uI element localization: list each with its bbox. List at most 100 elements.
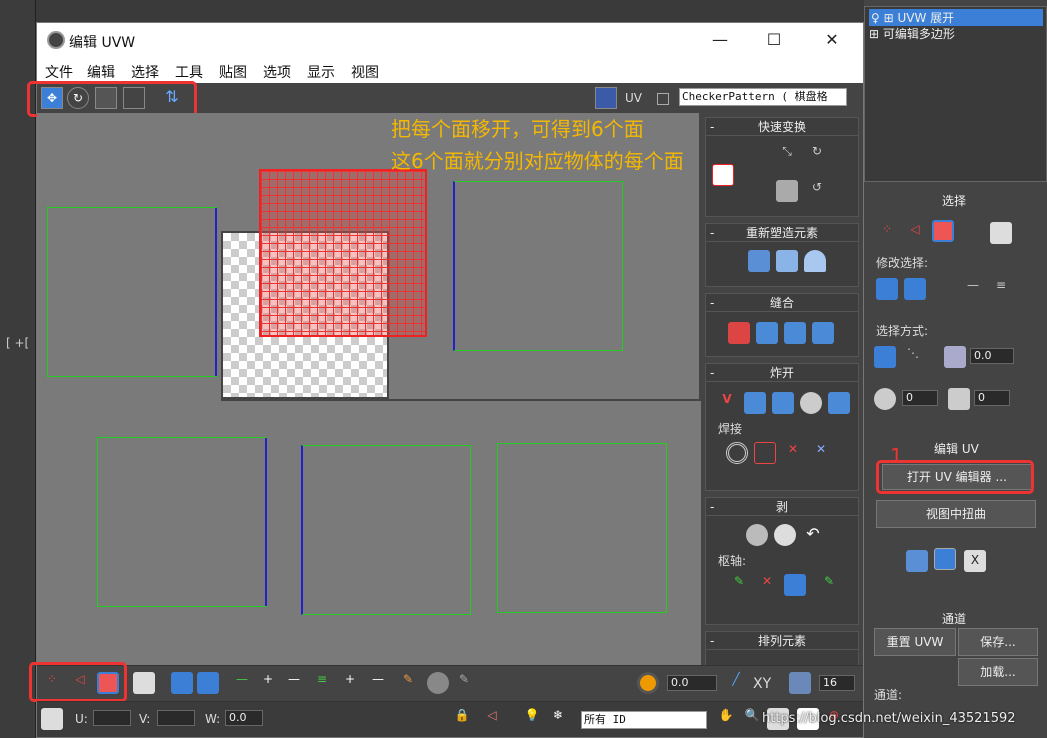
falloff-icon[interactable]: ╱ xyxy=(725,672,747,694)
xy-label[interactable]: XY xyxy=(753,676,771,692)
selected-face-grid[interactable] xyxy=(259,169,427,337)
flatten-icon[interactable] xyxy=(772,392,794,414)
light-bulb-icon[interactable]: ♀ ⊞ xyxy=(871,11,897,25)
circle-icon[interactable] xyxy=(804,250,826,272)
paint-select-icon[interactable]: ✎ xyxy=(397,672,419,694)
rollout-header[interactable]: - 快速变换 xyxy=(706,118,858,136)
select-overlap-icon[interactable] xyxy=(874,388,896,410)
uv-face-5[interactable] xyxy=(497,443,667,613)
cmd-loop-icon[interactable]: — xyxy=(962,278,984,300)
loop-icon[interactable]: — xyxy=(231,672,253,694)
align-icon[interactable] xyxy=(712,164,734,186)
grow-selection-icon[interactable] xyxy=(171,672,193,694)
unpin-icon[interactable]: ✕ xyxy=(756,574,778,596)
number-field-1[interactable]: 0 xyxy=(902,390,938,406)
load-button[interactable]: 加载... xyxy=(958,658,1038,686)
uv-face-3[interactable] xyxy=(97,437,267,607)
relax-icon[interactable] xyxy=(776,250,798,272)
cmd-element-icon[interactable] xyxy=(990,222,1012,244)
select-pins-icon[interactable]: ✎ xyxy=(818,574,840,596)
peel-quick-icon[interactable] xyxy=(906,550,928,572)
rotate-cw-icon[interactable]: ↻ xyxy=(806,144,828,166)
stitch-average-icon[interactable] xyxy=(812,322,834,344)
peel-mode-icon[interactable] xyxy=(774,524,796,546)
soft-select-icon[interactable] xyxy=(637,672,659,694)
peel-tool-icon[interactable] xyxy=(934,548,956,570)
cube-icon[interactable] xyxy=(776,180,798,202)
pan-icon[interactable]: ✋ xyxy=(715,708,737,730)
absolute-mode-icon[interactable] xyxy=(41,708,63,730)
quick-peel-icon[interactable] xyxy=(746,524,768,546)
cmd-ring-icon[interactable]: ≡ xyxy=(990,278,1012,300)
uv-canvas[interactable]: 把每个面移开，可得到6个面 这6个面就分别对应物体的每个面 xyxy=(37,113,701,665)
face-mode-icon[interactable] xyxy=(97,672,119,694)
checker-icon[interactable] xyxy=(595,87,617,109)
break-icon[interactable]: V xyxy=(716,392,738,414)
cmd-vertex-icon[interactable]: ⁘ xyxy=(876,222,898,244)
rollout-header[interactable]: - 缝合 xyxy=(706,294,858,312)
shrink-selection-icon[interactable] xyxy=(197,672,219,694)
uv-face-2[interactable] xyxy=(453,181,623,351)
zoom-icon[interactable]: 🔍 xyxy=(741,708,763,730)
hide-icon[interactable]: ◁ xyxy=(481,708,503,730)
menu-file[interactable]: 文件 xyxy=(45,62,73,82)
menu-map[interactable]: 贴图 xyxy=(219,62,247,82)
uv-face-1[interactable] xyxy=(47,207,217,377)
cmd-shrink-icon[interactable] xyxy=(904,278,926,300)
ring-minus-icon[interactable]: — xyxy=(367,672,389,694)
weld-selected-icon[interactable] xyxy=(754,442,776,464)
select-by-edge-icon[interactable]: ⋱ xyxy=(902,346,924,368)
select-grid-icon[interactable] xyxy=(948,388,970,410)
v-input[interactable] xyxy=(157,710,195,726)
modifier-item-uvw[interactable]: ♀ ⊞ UVW 展开 xyxy=(869,9,1043,26)
weld-target-icon[interactable] xyxy=(726,442,748,464)
reset-uvw-button[interactable]: 重置 UVW xyxy=(874,628,956,656)
pin-icon[interactable]: ✎ xyxy=(728,574,750,596)
minimize-button[interactable]: — xyxy=(697,23,743,59)
rollout-header[interactable]: - 排列元素 xyxy=(706,632,858,650)
paint-shrink-icon[interactable]: ✎ xyxy=(453,672,475,694)
modifier-item-poly[interactable]: ⊞ 可编辑多边形 xyxy=(869,25,955,42)
sphere-icon[interactable] xyxy=(800,392,822,414)
angle-value[interactable]: 0.0 xyxy=(970,348,1014,364)
straighten-selection-icon[interactable] xyxy=(748,250,770,272)
stitch-source-icon[interactable] xyxy=(756,322,778,344)
straighten-icon[interactable]: ⤡ xyxy=(776,144,798,166)
zoom-value[interactable]: 16 xyxy=(819,675,855,691)
maximize-button[interactable]: ☐ xyxy=(751,23,797,59)
u-input[interactable] xyxy=(93,710,131,726)
lock-icon[interactable]: 🔒 xyxy=(451,708,473,730)
freeze-icon[interactable]: ❄ xyxy=(547,708,569,730)
weld-all-icon[interactable]: ✕ xyxy=(782,442,804,464)
uv-view-icon[interactable] xyxy=(789,672,811,694)
cmd-edge-icon[interactable]: ◁ xyxy=(904,222,926,244)
paint-grow-icon[interactable] xyxy=(427,672,449,694)
plus-icon[interactable]: + xyxy=(257,672,279,694)
ring-icon[interactable]: ≡ xyxy=(311,672,333,694)
menu-view[interactable]: 视图 xyxy=(351,62,379,82)
tweak-in-view-button[interactable]: 视图中扭曲 xyxy=(876,500,1036,528)
element-mode-icon[interactable] xyxy=(133,672,155,694)
split-icon[interactable] xyxy=(828,392,850,414)
cmd-face-icon[interactable] xyxy=(932,220,954,242)
reset-icon[interactable]: X xyxy=(964,550,986,572)
edge-mode-icon[interactable]: ◁ xyxy=(69,672,91,694)
uv-face-4[interactable] xyxy=(301,445,471,615)
menu-display[interactable]: 显示 xyxy=(307,62,335,82)
w-input[interactable]: 0.0 xyxy=(225,710,263,726)
selection-header[interactable]: 选择 xyxy=(942,192,966,209)
select-by-element-icon[interactable] xyxy=(874,346,896,368)
detach-icon[interactable] xyxy=(744,392,766,414)
menu-edit[interactable]: 编辑 xyxy=(87,62,115,82)
save-button[interactable]: 保存... xyxy=(958,628,1038,656)
edit-uv-header[interactable]: 编辑 UV xyxy=(934,440,979,457)
menu-options[interactable]: 选项 xyxy=(263,62,291,82)
ring-plus-icon[interactable]: + xyxy=(339,672,361,694)
channel-header[interactable]: 通道 xyxy=(942,610,966,627)
soft-select-value[interactable]: 0.0 xyxy=(667,675,717,691)
vertex-mode-icon[interactable]: ⁘ xyxy=(41,672,63,694)
cmd-grow-icon[interactable] xyxy=(876,278,898,300)
planar-angle-icon[interactable] xyxy=(944,346,966,368)
expand-icon[interactable]: ⊞ xyxy=(869,27,883,41)
rollout-header[interactable]: -剥 xyxy=(706,498,858,516)
